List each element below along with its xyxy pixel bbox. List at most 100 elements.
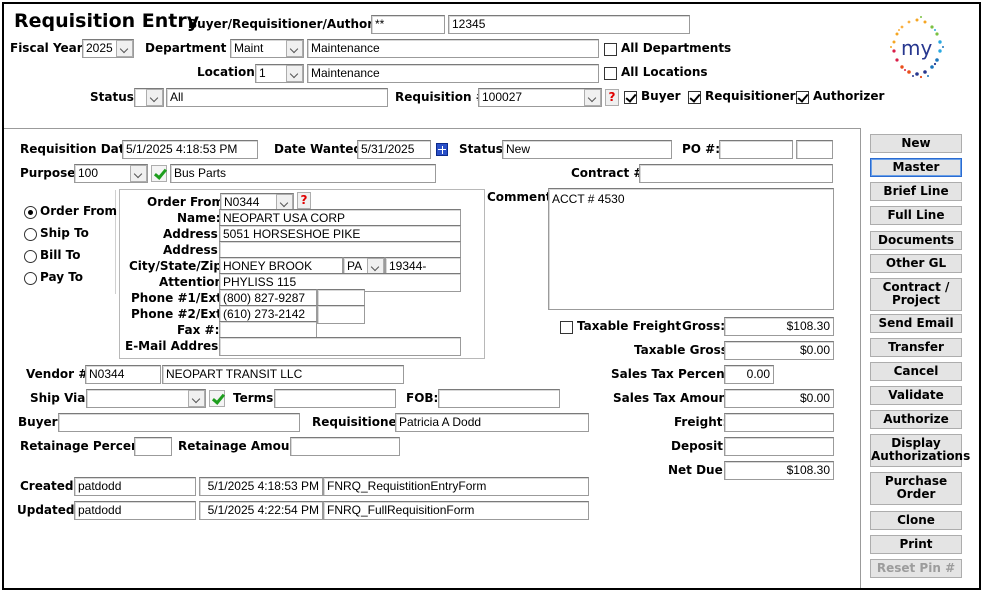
freight-label: Freight: xyxy=(674,415,728,429)
comment-label: Comment: xyxy=(487,190,557,204)
calendar-icon[interactable] xyxy=(436,143,448,156)
all-locations-label: All Locations xyxy=(621,65,708,79)
vendor-code-field[interactable]: N0344 xyxy=(85,365,161,384)
fob-field[interactable] xyxy=(438,389,560,408)
purpose-dropdown-icon[interactable] xyxy=(130,165,147,182)
updated-form-field: FNRQ_FullRequisitionForm xyxy=(323,501,589,520)
radio-order-from-label: Order From xyxy=(40,204,118,218)
phone2-label: Phone #2/Ext: xyxy=(131,307,227,321)
po-number-field[interactable] xyxy=(719,140,793,159)
purpose-validate-icon[interactable] xyxy=(151,165,167,182)
date-wanted-label: Date Wanted: xyxy=(274,142,367,156)
send-email-button[interactable]: Send Email xyxy=(870,314,962,333)
terms-label: Terms: xyxy=(233,391,279,405)
ship-via-validate-icon[interactable] xyxy=(209,390,225,407)
radio-order-from[interactable] xyxy=(24,206,37,219)
sales-tax-percent-field[interactable]: 0.00 xyxy=(724,365,774,384)
location-dropdown-icon[interactable] xyxy=(286,65,303,82)
documents-button[interactable]: Documents xyxy=(870,231,962,250)
date-wanted-field[interactable]: 5/31/2025 xyxy=(357,140,431,159)
phone1-label: Phone #1/Ext: xyxy=(131,291,227,305)
taxable-freight-checkbox[interactable] xyxy=(560,321,573,334)
radio-pay-to[interactable] xyxy=(24,272,37,285)
buyer-code-field[interactable]: ** xyxy=(371,15,445,34)
vendor-name-field: NEOPART TRANSIT LLC xyxy=(162,365,404,384)
requisitioner-checkbox[interactable] xyxy=(688,91,701,104)
vendor-label: Vendor #: xyxy=(26,367,94,381)
deposit-field[interactable] xyxy=(724,437,834,456)
reset-pin-button: Reset Pin # xyxy=(870,559,962,578)
status-field: New xyxy=(502,140,672,159)
sales-tax-percent-label: Sales Tax Percent: xyxy=(611,367,736,381)
header-divider xyxy=(4,128,860,129)
all-departments-checkbox[interactable] xyxy=(604,43,617,56)
buyer-id-field[interactable]: 12345 xyxy=(448,15,690,34)
req-date-field[interactable]: 5/1/2025 4:18:53 PM xyxy=(122,140,258,159)
fax-label: Fax #: xyxy=(177,323,220,337)
page-title: Requisition Entry xyxy=(14,10,200,32)
req-date-label: Requisition Date: xyxy=(20,142,138,156)
contract-label: Contract #: xyxy=(571,166,649,180)
contract-field[interactable] xyxy=(639,164,833,183)
buyer-checkbox-label: Buyer xyxy=(641,89,681,103)
freight-field[interactable] xyxy=(724,413,834,432)
buyer-label: Buyer: xyxy=(18,415,63,429)
department-dropdown-icon[interactable] xyxy=(286,40,303,57)
location-name-field: Maintenance xyxy=(307,64,599,83)
po-suffix-field[interactable] xyxy=(796,140,833,159)
updated-label: Updated: xyxy=(17,503,80,517)
radio-ship-to[interactable] xyxy=(24,228,37,241)
updated-user-field: patdodd xyxy=(74,501,196,520)
location-label: Location: xyxy=(197,65,260,79)
print-button[interactable]: Print xyxy=(870,535,962,554)
status-filter-dropdown-icon[interactable] xyxy=(146,89,163,106)
contract-project-button[interactable]: Contract / Project xyxy=(870,278,962,311)
ship-via-dropdown-icon[interactable] xyxy=(188,390,205,407)
requisition-help-icon[interactable]: ? xyxy=(605,89,619,106)
requisitioner-field[interactable]: Patricia A Dodd xyxy=(395,413,589,432)
all-departments-label: All Departments xyxy=(621,41,732,55)
buyer-checkbox[interactable] xyxy=(624,91,637,104)
brief-line-button[interactable]: Brief Line xyxy=(870,182,962,201)
radio-bill-to[interactable] xyxy=(24,250,37,263)
order-from-help-icon[interactable]: ? xyxy=(297,192,311,209)
all-locations-checkbox[interactable] xyxy=(604,67,617,80)
department-name-field: Maintenance xyxy=(307,39,599,58)
fiscal-year-dropdown-icon[interactable] xyxy=(116,40,133,57)
transfer-button[interactable]: Transfer xyxy=(870,338,962,357)
buyer-field[interactable] xyxy=(58,413,300,432)
other-gl-button[interactable]: Other GL xyxy=(870,254,962,273)
my-logo: my xyxy=(884,14,950,86)
cancel-button[interactable]: Cancel xyxy=(870,362,962,381)
authorize-button[interactable]: Authorize xyxy=(870,410,962,429)
retainage-percent-field[interactable] xyxy=(134,437,172,456)
email-field[interactable] xyxy=(219,337,461,356)
display-authorizations-button[interactable]: Display Authorizations xyxy=(870,434,970,467)
retainage-amount-field[interactable] xyxy=(290,437,400,456)
email-label: E-Mail Address: xyxy=(125,339,231,353)
terms-field[interactable] xyxy=(274,389,396,408)
clone-button[interactable]: Clone xyxy=(870,511,962,530)
requisition-entry-window: Requisition Entry Buyer/Requisitioner/Au… xyxy=(2,2,981,590)
comment-textarea[interactable]: ACCT # 4530 xyxy=(548,188,834,310)
city-state-zip-label: City/State/Zip: xyxy=(129,259,227,273)
name-label: Name: xyxy=(177,211,221,225)
taxable-gross-field: $0.00 xyxy=(724,341,834,360)
deposit-label: Deposit: xyxy=(671,439,728,453)
attention-label: Attention: xyxy=(159,275,228,289)
address1-label: Address: xyxy=(163,227,223,241)
master-button[interactable]: Master xyxy=(870,158,962,177)
net-due-field: $108.30 xyxy=(724,461,834,480)
phone2-ext-field[interactable] xyxy=(317,305,365,324)
radio-bill-to-label: Bill To xyxy=(40,248,81,262)
requisition-dropdown-icon[interactable] xyxy=(584,89,601,106)
purchase-order-button[interactable]: Purchase Order xyxy=(870,472,962,505)
radio-ship-to-label: Ship To xyxy=(40,226,89,240)
fob-label: FOB: xyxy=(406,391,439,405)
order-from-label: Order From: xyxy=(147,195,229,209)
validate-button[interactable]: Validate xyxy=(870,386,962,405)
authorizer-checkbox[interactable] xyxy=(796,91,809,104)
full-line-button[interactable]: Full Line xyxy=(870,206,962,225)
new-button[interactable]: New xyxy=(870,134,962,153)
created-user-field: patdodd xyxy=(74,477,196,496)
